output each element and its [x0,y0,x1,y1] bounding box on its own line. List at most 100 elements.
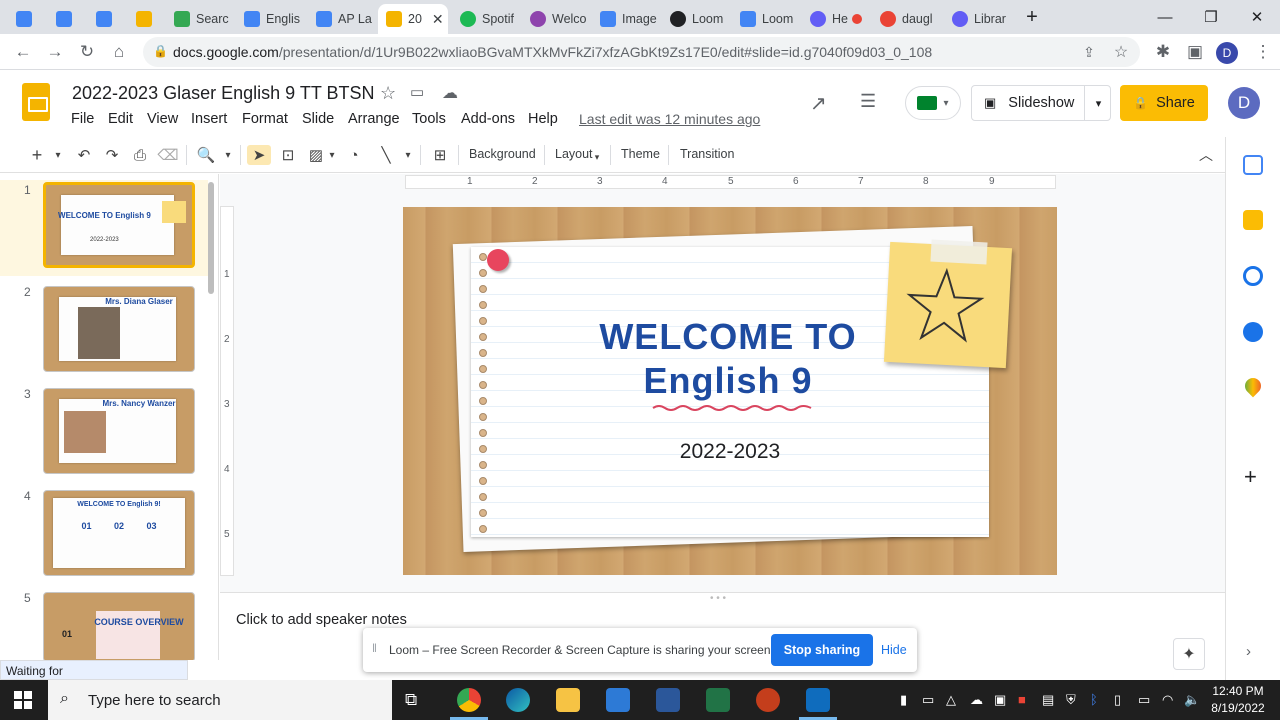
account-avatar[interactable]: D [1228,87,1260,119]
filmstrip-scrollbar[interactable] [208,182,214,294]
home-button[interactable]: ⌂ [106,40,132,64]
speaker-notes[interactable]: Click to add speaker notes [236,612,407,628]
activity-trend-icon[interactable]: ↗ [810,91,827,116]
image-dropdown-icon[interactable]: ▾ [326,145,338,165]
layout-button[interactable]: Layout [555,147,593,161]
browser-tab[interactable] [128,4,164,34]
slide-thumbnail-1[interactable]: WELCOME TO English 9 2022-2023 [43,182,195,268]
close-tab-icon[interactable]: ✕ [432,11,444,28]
add-addon-icon[interactable]: + [1244,464,1257,490]
shape-icon[interactable]: ◔ [344,145,364,165]
powerpoint-taskbar-icon[interactable] [756,688,780,712]
add-comment-icon[interactable]: ⊞ [430,145,450,165]
taskbar-search-box[interactable]: ⌕ Type here to search [48,680,392,720]
new-slide-icon[interactable]: + [28,145,46,165]
slideshow-dropdown-icon[interactable]: ▾ [1084,86,1112,120]
star-icon[interactable]: ☆ [380,83,396,104]
slide-thumbnail-5[interactable]: COURSE OVERVIEW 01 [43,592,195,660]
image-icon[interactable]: ▨ [306,145,326,165]
browser-tab[interactable]: Loom [732,4,800,34]
move-folder-icon[interactable]: ▭ [410,83,424,101]
app-tray-icon[interactable]: ■ [1018,692,1026,707]
browser-tab[interactable]: AP La [308,4,376,34]
browser-tab[interactable]: Loom [662,4,730,34]
file-explorer-icon[interactable] [556,688,580,712]
print-icon[interactable]: ⎙ [130,145,150,165]
drive-tray-icon[interactable]: △ [946,692,956,708]
new-tab-button[interactable]: + [1012,4,1052,30]
browser-tab[interactable]: Librar [944,4,1014,34]
layout-dropdown-icon[interactable]: ▾ [592,147,602,167]
extensions-puzzle-icon[interactable]: ✱ [1150,40,1176,64]
menu-edit[interactable]: Edit [108,111,133,127]
zoom-dropdown-icon[interactable]: ▾ [222,145,234,165]
onedrive-tray-icon[interactable]: ☁ [970,692,983,708]
meet-button[interactable]: ▾ [905,86,961,120]
stop-sharing-button[interactable]: Stop sharing [771,634,873,666]
browser-tab[interactable]: He [802,4,870,34]
slide-year-text[interactable]: 2022-2023 [623,440,837,464]
line-dropdown-icon[interactable]: ▾ [402,145,414,165]
slide-thumbnail-2[interactable]: Mrs. Diana Glaser [43,286,195,372]
hide-banner-button[interactable]: Hide [881,643,907,657]
menu-add-ons[interactable]: Add-ons [461,111,515,127]
transition-button[interactable]: Transition [680,147,734,161]
forward-button[interactable]: → [42,40,68,64]
reload-button[interactable]: ↻ [74,40,100,64]
tray-overflow-icon[interactable]: ▮ [900,692,907,708]
share-button[interactable]: 🔒 Share [1120,85,1208,121]
browser-tab[interactable]: daugl [872,4,942,34]
slideshow-button[interactable]: ▣ Slideshow ▾ [971,85,1111,121]
line-icon[interactable]: ╲ [376,145,396,165]
address-bar[interactable]: 🔒 docs.google.com/presentation/d/1Ur9B02… [143,37,1140,67]
taskbar-clock[interactable]: 12:40 PM 8/19/2022 [1204,683,1272,717]
cloud-status-icon[interactable]: ☁ [442,83,458,103]
store-taskbar-icon[interactable] [606,688,630,712]
redo-icon[interactable]: ↷ [102,145,122,165]
word-taskbar-icon[interactable] [656,688,680,712]
notes-resize-handle[interactable]: • • • [220,592,1225,604]
menu-view[interactable]: View [147,111,178,127]
drag-handle-icon[interactable]: ‖ [372,641,377,655]
collapse-toolbar-icon[interactable]: ︿ [1196,145,1216,165]
contacts-icon[interactable] [1243,322,1263,342]
current-slide[interactable]: WELCOME TO English 9 2022-2023 [403,207,1057,575]
browser-tab[interactable] [8,4,44,34]
wifi-tray-icon[interactable]: ◠ [1162,692,1173,708]
menu-arrange[interactable]: Arrange [348,111,400,127]
slide-title[interactable]: WELCOME TO English 9 [583,315,873,403]
calendar-icon[interactable] [1243,155,1263,175]
bluetooth-tray-icon[interactable]: ᛒ [1090,692,1098,707]
task-view-icon[interactable]: ⧉ [405,690,417,710]
vertical-ruler[interactable]: 1 2 3 4 5 [220,206,234,576]
bookmark-star-icon[interactable]: ☆ [1110,40,1132,64]
comments-icon[interactable]: ☰ [860,91,876,112]
side-panel-icon[interactable]: ▣ [1182,40,1208,64]
teams-tray-icon[interactable]: ▤ [1042,692,1054,708]
theme-button[interactable]: Theme [621,147,660,161]
meet-tray-icon[interactable]: ▭ [922,692,934,708]
keep-icon[interactable] [1243,210,1263,230]
browser-tab[interactable]: Searc [166,4,232,34]
browser-menu-icon[interactable]: ⋮ [1250,40,1276,64]
menu-format[interactable]: Format [242,111,288,127]
browser-tab[interactable]: Welco [522,4,590,34]
undo-icon[interactable]: ↶ [74,145,94,165]
text-box-icon[interactable]: ⊡ [278,145,298,165]
background-button[interactable]: Background [469,147,536,161]
browser-tab[interactable]: Englis [236,4,304,34]
last-edit-link[interactable]: Last edit was 12 minutes ago [579,111,760,127]
menu-help[interactable]: Help [528,111,558,127]
slide-thumbnail-3[interactable]: Mrs. Nancy Wanzer [43,388,195,474]
excel-taskbar-icon[interactable] [706,688,730,712]
browser-tab[interactable] [48,4,84,34]
zoom-icon[interactable]: 🔍 [196,145,216,165]
slide-thumbnail-4[interactable]: WELCOME TO English 9! 01 02 03 [43,490,195,576]
share-page-icon[interactable]: ⇪ [1078,40,1100,64]
profile-avatar[interactable]: D [1216,42,1238,64]
expand-panel-icon[interactable]: › [1246,643,1251,660]
back-button[interactable]: ← [10,40,36,64]
volume-tray-icon[interactable]: 🔈 [1184,692,1200,708]
browser-tab[interactable]: Spotif [452,4,520,34]
minimize-button[interactable]: — [1142,4,1188,30]
